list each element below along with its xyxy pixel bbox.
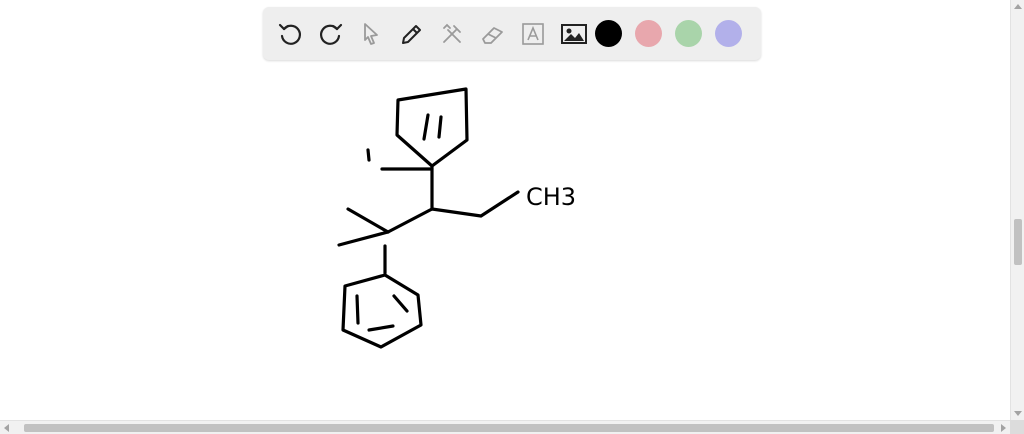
tools-button[interactable] (437, 19, 467, 49)
undo-icon (278, 23, 302, 45)
eraser-button[interactable] (478, 19, 508, 49)
vertical-scrollbar[interactable] (1010, 0, 1024, 420)
bond-upper-left (346, 207, 390, 234)
select-button[interactable] (356, 19, 386, 49)
image-button[interactable] (559, 19, 589, 49)
drawing-toolbar (263, 7, 761, 60)
top-ring (395, 87, 469, 168)
pen-button[interactable] (397, 19, 427, 49)
undo-button[interactable] (275, 19, 305, 49)
color-black-swatch[interactable] (595, 20, 622, 47)
vertical-scroll-thumb[interactable] (1014, 219, 1022, 265)
color-green-swatch[interactable] (675, 20, 702, 47)
horizontal-scroll-thumb[interactable] (24, 424, 994, 432)
text-icon (522, 22, 544, 45)
scroll-right-icon[interactable] (1001, 424, 1006, 432)
scrollbar-corner (1010, 420, 1024, 434)
scroll-left-icon[interactable] (4, 424, 9, 432)
select-pointer-icon (364, 22, 378, 45)
benzene-double-bond-1 (355, 294, 360, 325)
benzene-double-bond-3 (367, 324, 395, 332)
scroll-down-icon[interactable] (1014, 411, 1022, 416)
text-button[interactable] (518, 19, 548, 49)
horizontal-scrollbar[interactable] (0, 420, 1010, 434)
ch3-label: CH3 (526, 183, 576, 211)
top-ring-double-bond-2 (437, 115, 443, 139)
scroll-up-icon[interactable] (1014, 4, 1022, 9)
tools-icon (443, 23, 461, 43)
benzene-ring (341, 273, 423, 349)
bond-chain-down (386, 207, 434, 234)
handwritten-structure (337, 87, 520, 349)
top-ring-double-bond-1 (422, 113, 430, 141)
eraser-icon (481, 26, 503, 44)
bond-to-ch3 (430, 190, 520, 218)
color-red-swatch[interactable] (635, 20, 662, 47)
bond-lower-left (337, 230, 390, 247)
color-blue-swatch[interactable] (715, 20, 742, 47)
benzene-double-bond-2 (392, 294, 409, 313)
image-icon (560, 23, 587, 44)
drawing-canvas[interactable]: CH3 (0, 0, 1010, 420)
redo-icon (319, 23, 342, 45)
redo-button[interactable] (316, 19, 346, 49)
wedge-tick (366, 148, 371, 162)
pen-icon (401, 24, 421, 44)
